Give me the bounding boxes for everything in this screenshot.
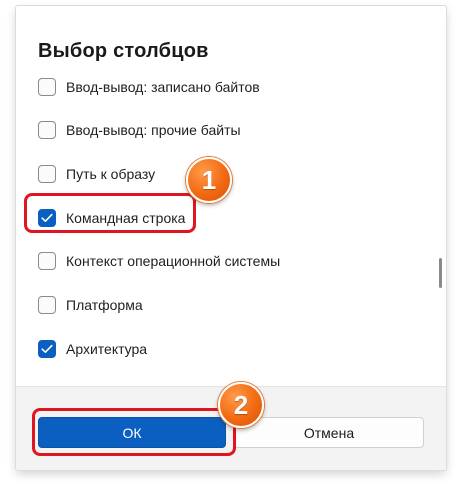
cancel-button[interactable]: Отмена (234, 417, 424, 448)
column-label: Ввод-вывод: записано байтов (66, 79, 260, 95)
column-item-io-written[interactable]: Ввод-вывод: записано байтов (38, 75, 260, 99)
highlight-frame-command-line (24, 193, 196, 233)
checkbox[interactable] (38, 296, 56, 314)
column-item-platform[interactable]: Платформа (38, 293, 143, 317)
checkbox[interactable] (38, 78, 56, 96)
step-badge-1: 1 (186, 157, 232, 203)
column-item-io-other[interactable]: Ввод-вывод: прочие байты (38, 118, 241, 142)
column-item-architecture[interactable]: Архитектура (38, 337, 147, 361)
column-item-os-context[interactable]: Контекст операционной системы (38, 249, 280, 273)
column-label: Путь к образу (66, 166, 156, 182)
checkbox[interactable] (38, 252, 56, 270)
column-item-image-path[interactable]: Путь к образу (38, 162, 155, 186)
step-badge-2: 2 (218, 382, 264, 428)
column-label: Платформа (66, 297, 143, 313)
highlight-frame-ok-button (32, 408, 236, 456)
checkbox[interactable] (38, 165, 56, 183)
column-label: Архитектура (66, 341, 148, 357)
column-label: Контекст операционной системы (66, 253, 281, 269)
checkmark-icon (41, 344, 53, 353)
checkbox-checked[interactable] (38, 340, 56, 358)
column-label: Ввод-вывод: прочие байты (66, 122, 241, 138)
checkbox[interactable] (38, 121, 56, 139)
dialog-title: Выбор столбцов (38, 40, 209, 62)
scrollbar-thumb[interactable] (439, 258, 442, 288)
